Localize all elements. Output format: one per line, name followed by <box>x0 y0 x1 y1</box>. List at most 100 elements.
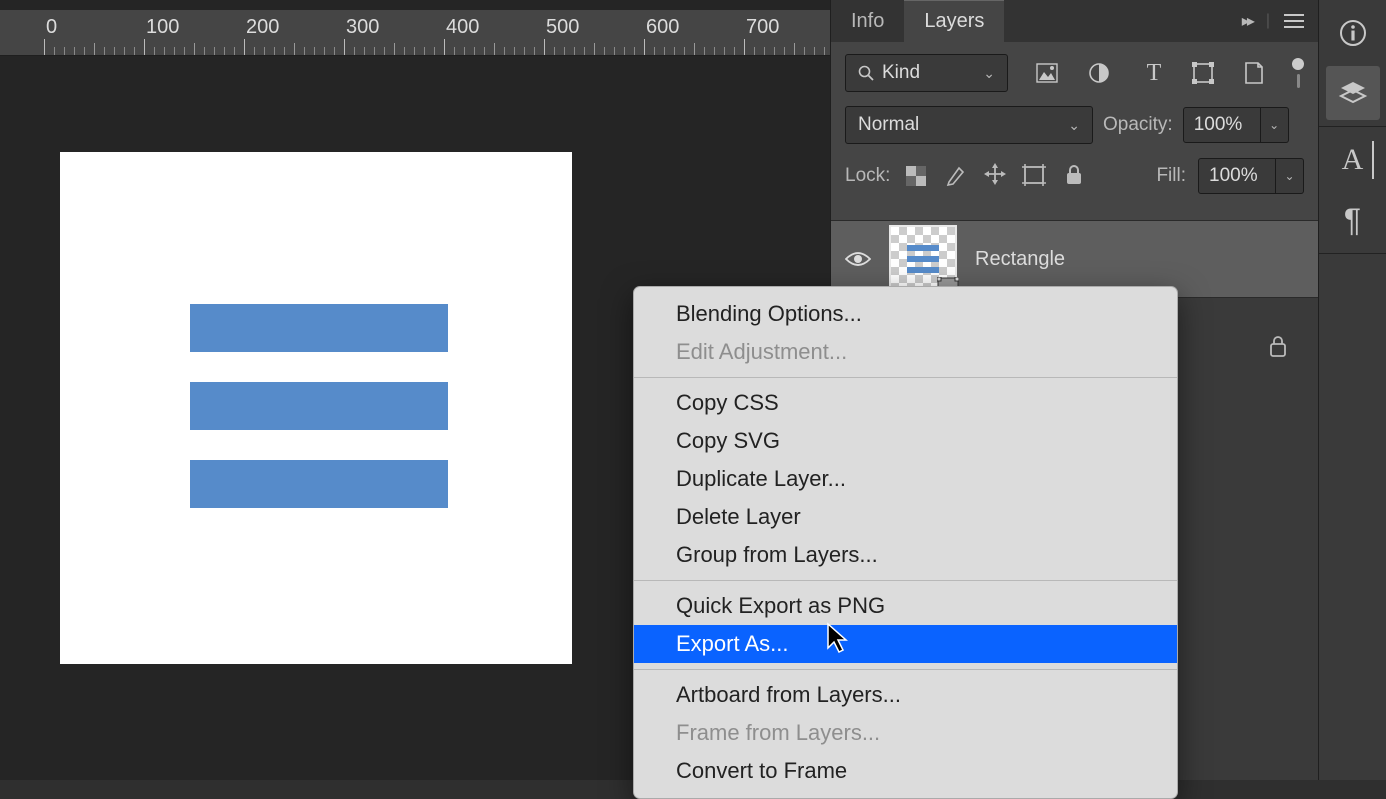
opacity-field[interactable]: 100% <box>1183 107 1261 143</box>
menu-item[interactable]: Delete Layer <box>634 498 1177 536</box>
ruler-tick <box>564 47 565 55</box>
lock-transparency-icon[interactable] <box>902 162 930 190</box>
menu-item[interactable]: Artboard from Layers... <box>634 676 1177 714</box>
search-icon <box>858 65 874 81</box>
ruler-tick <box>534 47 535 55</box>
ruler-tick <box>814 47 815 55</box>
filter-shape-icon[interactable] <box>1192 62 1220 84</box>
ruler-tick <box>174 47 175 55</box>
artboard[interactable] <box>60 152 572 664</box>
ruler-tick <box>454 47 455 55</box>
ruler-tick <box>694 43 695 55</box>
ruler-tick <box>214 47 215 55</box>
ruler-tick <box>444 39 445 55</box>
ruler-tick <box>124 47 125 55</box>
ruler-tick <box>274 47 275 55</box>
right-dock: A ¶ <box>1318 0 1386 780</box>
menu-item[interactable]: Blending Options... <box>634 295 1177 333</box>
ruler-tick <box>344 39 345 55</box>
ruler-tick <box>84 47 85 55</box>
lock-artboard-icon[interactable] <box>1020 161 1048 189</box>
ruler-tick <box>44 39 45 55</box>
filter-smartobject-icon[interactable] <box>1244 61 1272 85</box>
filter-type-icon[interactable]: T <box>1140 60 1168 87</box>
ruler-tick <box>74 47 75 55</box>
menu-item: Frame from Layers... <box>634 714 1177 752</box>
ruler-tick <box>54 47 55 55</box>
ruler-tick <box>374 47 375 55</box>
ruler-tick <box>574 47 575 55</box>
menu-item[interactable]: Export As... <box>634 625 1177 663</box>
layer-name-label[interactable]: Rectangle <box>975 248 1065 271</box>
fill-field[interactable]: 100% <box>1198 158 1276 194</box>
ruler-tick <box>324 47 325 55</box>
ruler-label: 0 <box>46 16 57 39</box>
ruler-tick <box>784 47 785 55</box>
ruler-label: 100 <box>146 16 179 39</box>
dock-character-icon[interactable]: A <box>1326 133 1380 187</box>
ruler-tick <box>104 47 105 55</box>
ruler-tick <box>584 47 585 55</box>
ruler-tick <box>684 47 685 55</box>
ruler-tick <box>64 47 65 55</box>
ruler-tick <box>404 47 405 55</box>
filter-toggle-dot[interactable] <box>1292 58 1304 70</box>
ruler-tick <box>164 47 165 55</box>
ruler-tick <box>764 47 765 55</box>
ruler-tick <box>484 47 485 55</box>
blend-mode-dropdown[interactable]: Normal ⌄ <box>845 106 1093 144</box>
tab-info[interactable]: Info <box>831 0 904 42</box>
filter-adjustment-icon[interactable] <box>1088 62 1116 84</box>
shape-rectangle-3[interactable] <box>190 460 448 508</box>
tab-layers[interactable]: Layers <box>904 0 1004 42</box>
lock-pixels-icon[interactable] <box>942 161 970 189</box>
shape-rectangle-2[interactable] <box>190 382 448 430</box>
lock-position-icon[interactable] <box>981 160 1009 188</box>
ruler-tick <box>194 43 195 55</box>
ruler-tick <box>254 47 255 55</box>
blend-mode-value: Normal <box>858 114 919 136</box>
menu-item[interactable]: Copy SVG <box>634 422 1177 460</box>
ruler-tick <box>264 47 265 55</box>
ruler-tick <box>414 47 415 55</box>
ruler-tick <box>204 47 205 55</box>
filter-kind-label: Kind <box>882 62 920 84</box>
filter-pixel-icon[interactable] <box>1036 63 1064 83</box>
ruler-tick <box>794 43 795 55</box>
menu-separator <box>634 580 1177 581</box>
menu-item[interactable]: Duplicate Layer... <box>634 460 1177 498</box>
ruler-tick <box>544 39 545 55</box>
layer-filter-kind-dropdown[interactable]: Kind ⌄ <box>845 54 1008 92</box>
ruler-tick <box>524 47 525 55</box>
ruler-label: 200 <box>246 16 279 39</box>
lock-all-icon[interactable] <box>1060 161 1088 189</box>
ruler-tick <box>804 47 805 55</box>
fill-label: Fill: <box>1156 165 1186 187</box>
ruler-tick <box>594 43 595 55</box>
lock-icon[interactable] <box>1268 334 1288 358</box>
layer-context-menu[interactable]: Blending Options...Edit Adjustment...Cop… <box>633 286 1178 799</box>
dock-paragraph-icon[interactable]: ¶ <box>1326 193 1380 247</box>
ruler-tick <box>234 47 235 55</box>
dock-info-icon[interactable] <box>1326 6 1380 60</box>
panel-menu-icon[interactable] <box>1284 13 1304 29</box>
menu-item[interactable]: Convert to Frame <box>634 752 1177 790</box>
layer-thumbnail[interactable] <box>889 225 957 293</box>
shape-rectangle-1[interactable] <box>190 304 448 352</box>
filter-toggle-track[interactable] <box>1297 74 1300 88</box>
collapse-panel-icon[interactable]: ▸▸ <box>1242 11 1252 31</box>
lock-icons-group <box>902 160 1093 192</box>
ruler-tick <box>604 47 605 55</box>
ruler-tick <box>554 47 555 55</box>
opacity-label: Opacity: <box>1103 114 1173 136</box>
opacity-stepper[interactable]: ⌄ <box>1261 107 1289 143</box>
ruler-tick <box>614 47 615 55</box>
ruler-tick <box>734 47 735 55</box>
visibility-toggle-icon[interactable] <box>845 250 871 268</box>
menu-item[interactable]: Group from Layers... <box>634 536 1177 574</box>
fill-stepper[interactable]: ⌄ <box>1276 158 1304 194</box>
ruler-tick <box>504 47 505 55</box>
menu-item[interactable]: Quick Export as PNG <box>634 587 1177 625</box>
menu-item[interactable]: Copy CSS <box>634 384 1177 422</box>
dock-layers-icon[interactable] <box>1326 66 1380 120</box>
